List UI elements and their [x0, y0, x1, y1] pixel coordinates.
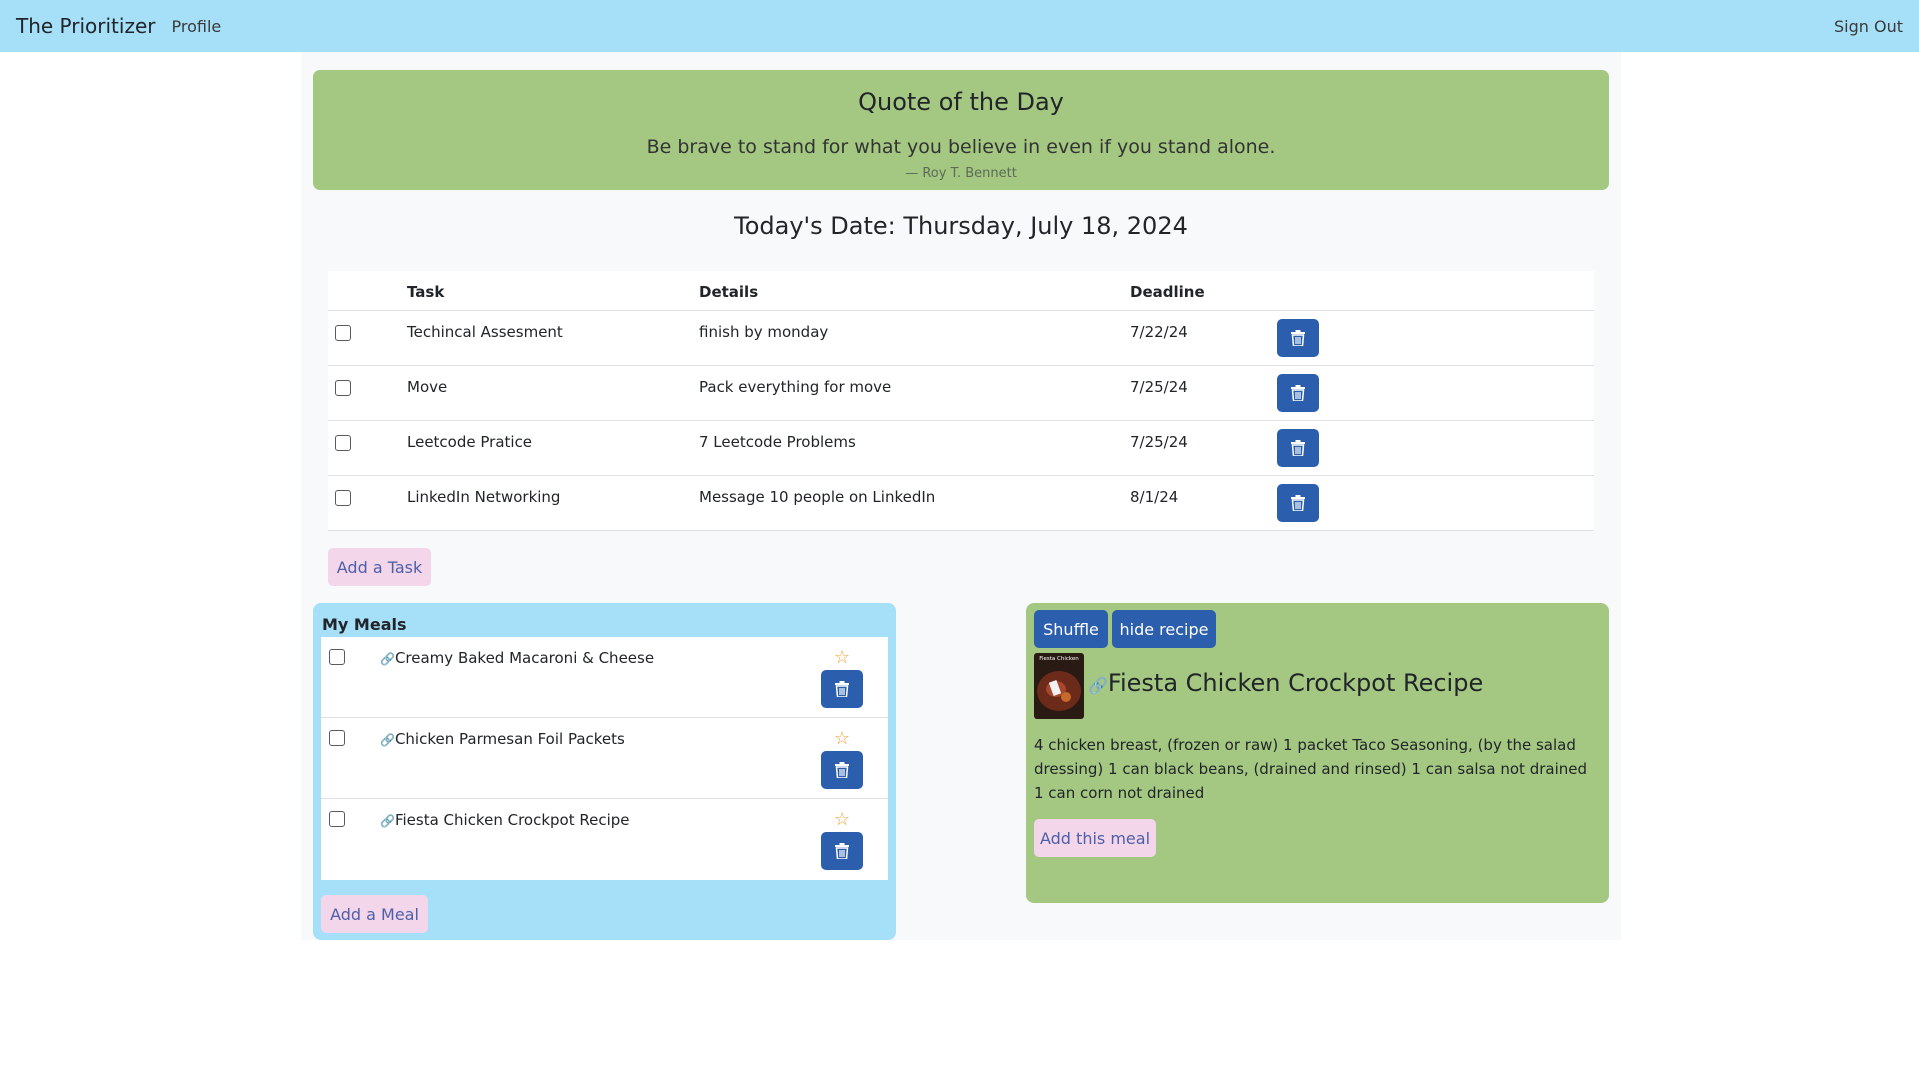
meal-checkbox[interactable]	[329, 649, 345, 665]
deadline-column-header: Deadline	[1130, 283, 1205, 301]
trash-icon	[1291, 330, 1305, 346]
add-task-button[interactable]: Add a Task	[328, 548, 431, 586]
link-icon: 🔗	[380, 652, 395, 666]
meal-name: Chicken Parmesan Foil Packets	[394, 730, 625, 748]
meal-link[interactable]: 🔗Creamy Baked Macaroni & Cheese	[380, 649, 654, 667]
task-details: finish by monday	[699, 323, 829, 341]
trash-icon	[835, 762, 849, 778]
quote-card: Quote of the Day Be brave to stand for w…	[313, 70, 1609, 190]
task-deadline: 7/25/24	[1130, 433, 1188, 451]
meal-name: Creamy Baked Macaroni & Cheese	[394, 649, 655, 667]
task-deadline: 7/22/24	[1130, 323, 1188, 341]
table-row: Techincal Assesment finish by monday 7/2…	[328, 311, 1594, 366]
link-icon: 🔗	[380, 733, 395, 747]
task-details: Message 10 people on LinkedIn	[699, 488, 936, 506]
meal-link[interactable]: 🔗Chicken Parmesan Foil Packets	[380, 730, 625, 748]
quote-author: — Roy T. Bennett	[905, 166, 1017, 181]
task-checkbox[interactable]	[335, 490, 351, 506]
table-row: LinkedIn Networking Message 10 people on…	[328, 476, 1594, 531]
hide-recipe-button[interactable]: hide recipe	[1112, 610, 1216, 648]
trash-icon	[835, 681, 849, 697]
link-icon: 🔗	[380, 814, 395, 828]
shuffle-button[interactable]: Shuffle	[1034, 610, 1108, 648]
date-heading: Today's Date: Thursday, July 18, 2024	[734, 212, 1188, 240]
meal-checkbox[interactable]	[329, 730, 345, 746]
star-icon[interactable]: ☆	[834, 809, 850, 830]
meals-card: My Meals 🔗Creamy Baked Macaroni & Cheese…	[313, 603, 896, 940]
delete-meal-button[interactable]	[821, 832, 863, 870]
meal-link[interactable]: 🔗Fiesta Chicken Crockpot Recipe	[380, 811, 630, 829]
task-name: LinkedIn Networking	[407, 488, 561, 506]
meal-name: Fiesta Chicken Crockpot Recipe	[394, 811, 630, 829]
recipe-image: Fiesta Chicken	[1034, 653, 1084, 719]
task-details: Pack everything for move	[699, 378, 892, 396]
navbar: The Prioritizer Profile Sign Out	[0, 0, 1919, 52]
star-icon[interactable]: ☆	[834, 728, 850, 749]
task-name: Leetcode Pratice	[407, 433, 533, 451]
meal-checkbox[interactable]	[329, 811, 345, 827]
add-meal-button[interactable]: Add a Meal	[321, 895, 428, 933]
recipe-description: 4 chicken breast, (frozen or raw) 1 pack…	[1034, 736, 1587, 802]
task-name: Move	[407, 378, 448, 396]
task-checkbox[interactable]	[335, 325, 351, 341]
nav-profile-link[interactable]: Profile	[171, 17, 221, 36]
recipe-title-link[interactable]: 🔗Fiesta Chicken Crockpot Recipe	[1088, 669, 1483, 697]
trash-icon	[1291, 440, 1305, 456]
delete-task-button[interactable]	[1277, 429, 1319, 467]
task-deadline: 7/25/24	[1130, 378, 1188, 396]
task-deadline: 8/1/24	[1130, 488, 1179, 506]
table-row: Leetcode Pratice 7 Leetcode Problems 7/2…	[328, 421, 1594, 476]
task-name: Techincal Assesment	[407, 323, 563, 341]
quote-title: Quote of the Day	[858, 88, 1064, 116]
link-icon: 🔗	[1088, 676, 1108, 695]
delete-task-button[interactable]	[1277, 484, 1319, 522]
list-item: 🔗Fiesta Chicken Crockpot Recipe ☆	[321, 799, 888, 880]
add-this-meal-button[interactable]: Add this meal	[1034, 819, 1156, 857]
delete-task-button[interactable]	[1277, 319, 1319, 357]
brand-logo[interactable]: The Prioritizer	[16, 14, 155, 38]
recipe-title: Fiesta Chicken Crockpot Recipe	[1107, 669, 1484, 697]
task-column-header: Task	[407, 283, 445, 301]
recipe-image-caption: Fiesta Chicken	[1039, 656, 1079, 662]
recipe-card: Shuffle hide recipe Fiesta Chicken 🔗Fies…	[1026, 603, 1609, 903]
list-item: 🔗Chicken Parmesan Foil Packets ☆	[321, 718, 888, 799]
list-item: 🔗Creamy Baked Macaroni & Cheese ☆	[321, 637, 888, 718]
task-table: Task Details Deadline Techincal Assesmen…	[328, 271, 1594, 531]
table-row: Move Pack everything for move 7/25/24	[328, 366, 1594, 421]
trash-icon	[1291, 385, 1305, 401]
meals-title: My Meals	[322, 615, 407, 634]
trash-icon	[835, 843, 849, 859]
details-column-header: Details	[699, 283, 759, 301]
delete-task-button[interactable]	[1277, 374, 1319, 412]
trash-icon	[1291, 495, 1305, 511]
delete-meal-button[interactable]	[821, 670, 863, 708]
main-container: Quote of the Day Be brave to stand for w…	[301, 52, 1621, 940]
task-checkbox[interactable]	[335, 435, 351, 451]
delete-meal-button[interactable]	[821, 751, 863, 789]
task-details: 7 Leetcode Problems	[699, 433, 856, 451]
sign-out-link[interactable]: Sign Out	[1834, 17, 1903, 36]
table-header: Task Details Deadline	[328, 271, 1594, 311]
task-checkbox[interactable]	[335, 380, 351, 396]
quote-text: Be brave to stand for what you believe i…	[646, 136, 1276, 158]
star-icon[interactable]: ☆	[834, 647, 850, 668]
meals-list: 🔗Creamy Baked Macaroni & Cheese ☆ 🔗Chick…	[321, 637, 888, 880]
